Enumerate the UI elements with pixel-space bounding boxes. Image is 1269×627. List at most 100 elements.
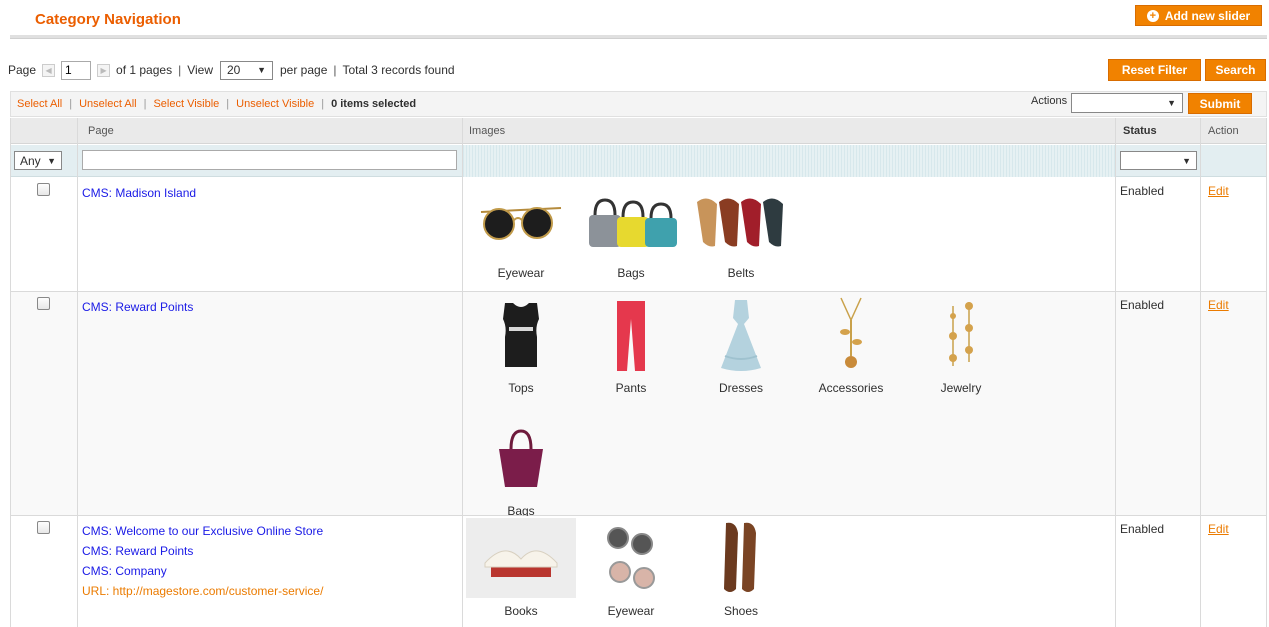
massaction-filter-select[interactable]: Any ▼ bbox=[14, 151, 62, 170]
arrow-right-icon[interactable]: ▶ bbox=[97, 63, 111, 77]
column-images[interactable]: Images bbox=[469, 118, 505, 144]
table-border-left bbox=[10, 118, 11, 627]
image-caption: Bags bbox=[617, 266, 645, 280]
column-page[interactable]: Page bbox=[88, 118, 114, 144]
caret-down-icon: ▼ bbox=[1167, 98, 1176, 108]
image-thumb: Tops bbox=[466, 295, 576, 395]
unselect-visible-link[interactable]: Unselect Visible bbox=[236, 98, 314, 110]
table-row: CMS: Welcome to our Exclusive Online Sto… bbox=[10, 516, 1267, 627]
edit-link[interactable]: Edit bbox=[1208, 298, 1229, 312]
page-link[interactable]: CMS: Reward Points bbox=[82, 297, 193, 317]
status-text: Enabled bbox=[1120, 184, 1165, 198]
row-checkbox[interactable] bbox=[37, 183, 50, 196]
image-thumb: Bags bbox=[466, 418, 576, 518]
selected-count: 0 items selected bbox=[331, 98, 417, 110]
submit-button[interactable]: Submit bbox=[1188, 93, 1252, 114]
pager-separator: | bbox=[333, 63, 337, 77]
actions-select[interactable]: ▼ bbox=[1071, 93, 1183, 113]
massaction-divider: | bbox=[321, 98, 325, 110]
column-action: Action bbox=[1208, 125, 1239, 137]
grid-header: Page Images Status Action bbox=[10, 118, 1267, 144]
image-thumb: Dresses bbox=[686, 295, 796, 395]
unselect-all-link[interactable]: Unselect All bbox=[79, 98, 136, 110]
records-found-text: Total 3 records found bbox=[342, 63, 455, 77]
pager-separator: | bbox=[178, 63, 182, 77]
caret-down-icon: ▼ bbox=[47, 155, 56, 166]
plus-circle-icon: + bbox=[1146, 9, 1159, 22]
url-link[interactable]: URL: http://magestore.com/customer-servi… bbox=[82, 581, 323, 601]
edit-link[interactable]: Edit bbox=[1208, 184, 1229, 198]
add-new-slider-label: Add new slider bbox=[1164, 8, 1251, 23]
per-page-value: 20 bbox=[227, 63, 241, 77]
page-link[interactable]: CMS: Madison Island bbox=[82, 183, 196, 203]
dresses-image bbox=[686, 295, 796, 375]
image-caption: Tops bbox=[508, 381, 534, 395]
table-row: CMS: Reward Points Tops Pants Dresses Ac… bbox=[10, 292, 1267, 518]
page-link[interactable]: CMS: Welcome to our Exclusive Online Sto… bbox=[82, 521, 323, 541]
per-page-label: per page bbox=[280, 63, 328, 77]
page-list: CMS: Reward Points bbox=[82, 297, 193, 317]
search-button[interactable]: Search bbox=[1205, 59, 1266, 81]
header-divider bbox=[10, 35, 1267, 39]
page-number-input[interactable] bbox=[61, 60, 92, 80]
select-all-link[interactable]: Select All bbox=[17, 98, 62, 110]
belts-image bbox=[686, 180, 796, 260]
column-divider bbox=[462, 118, 463, 627]
image-thumb: Books bbox=[466, 518, 576, 618]
image-caption: Books bbox=[504, 604, 538, 618]
image-caption: Eyewear bbox=[607, 604, 655, 618]
image-thumb: Jewelry bbox=[906, 295, 1016, 395]
image-thumb: Bags bbox=[576, 180, 686, 280]
status-filter-select[interactable]: ▼ bbox=[1120, 151, 1197, 170]
actions-label: Actions bbox=[1031, 95, 1068, 107]
column-status[interactable]: Status bbox=[1123, 118, 1157, 144]
image-caption: Pants bbox=[615, 381, 647, 395]
page-link[interactable]: CMS: Reward Points bbox=[82, 541, 323, 561]
image-caption: Shoes bbox=[723, 604, 759, 618]
accessories-image bbox=[796, 295, 906, 375]
status-text: Enabled bbox=[1120, 298, 1165, 312]
caret-down-icon: ▼ bbox=[257, 65, 266, 75]
of-pages-text: of 1 pages bbox=[116, 63, 173, 77]
caret-down-icon: ▼ bbox=[1182, 155, 1191, 166]
row-checkbox[interactable] bbox=[37, 297, 50, 310]
image-thumb: Belts bbox=[686, 180, 796, 280]
status-text: Enabled bbox=[1120, 522, 1165, 536]
view-label: View bbox=[187, 63, 213, 77]
reset-filter-button[interactable]: Reset Filter bbox=[1108, 59, 1201, 81]
page-list: CMS: Madison Island bbox=[82, 183, 196, 203]
column-divider bbox=[1200, 118, 1201, 627]
pants-image bbox=[576, 295, 686, 375]
image-caption: Dresses bbox=[718, 381, 763, 395]
add-new-slider-button[interactable]: + Add new slider bbox=[1135, 5, 1262, 26]
table-row: CMS: Madison Island Eyewear Bags Belts E… bbox=[10, 178, 1267, 292]
page-link[interactable]: CMS: Company bbox=[82, 561, 323, 581]
page-filter-input[interactable] bbox=[82, 150, 457, 170]
select-visible-link[interactable]: Select Visible bbox=[153, 98, 219, 110]
eyewear-image bbox=[466, 180, 576, 260]
books-image bbox=[466, 518, 576, 598]
tops-image bbox=[466, 295, 576, 375]
column-divider bbox=[77, 118, 78, 627]
page-list: CMS: Welcome to our Exclusive Online Sto… bbox=[82, 521, 323, 601]
image-caption: Jewelry bbox=[940, 381, 982, 395]
image-caption: Accessories bbox=[818, 381, 884, 395]
filter-row: Any ▼ ▼ bbox=[10, 145, 1267, 177]
page-label: Page bbox=[8, 63, 37, 77]
bags-image bbox=[466, 418, 576, 498]
jewelry-image bbox=[906, 295, 1016, 375]
massaction-divider: | bbox=[143, 98, 147, 110]
row-checkbox[interactable] bbox=[37, 521, 50, 534]
image-thumb: Shoes bbox=[686, 518, 796, 618]
page-title: Category Navigation bbox=[35, 11, 181, 28]
page-header: Category Navigation bbox=[0, 0, 1269, 40]
any-value: Any bbox=[20, 153, 41, 168]
image-thumb: Accessories bbox=[796, 295, 906, 395]
massaction-divider: | bbox=[226, 98, 230, 110]
pager: Page ◀ ▶ of 1 pages | View 20 ▼ per page… bbox=[8, 60, 455, 80]
per-page-select[interactable]: 20 ▼ bbox=[220, 60, 273, 80]
arrow-left-icon[interactable]: ◀ bbox=[42, 63, 56, 77]
table-border-right bbox=[1266, 118, 1267, 627]
edit-link[interactable]: Edit bbox=[1208, 522, 1229, 536]
image-caption: Eyewear bbox=[497, 266, 545, 280]
